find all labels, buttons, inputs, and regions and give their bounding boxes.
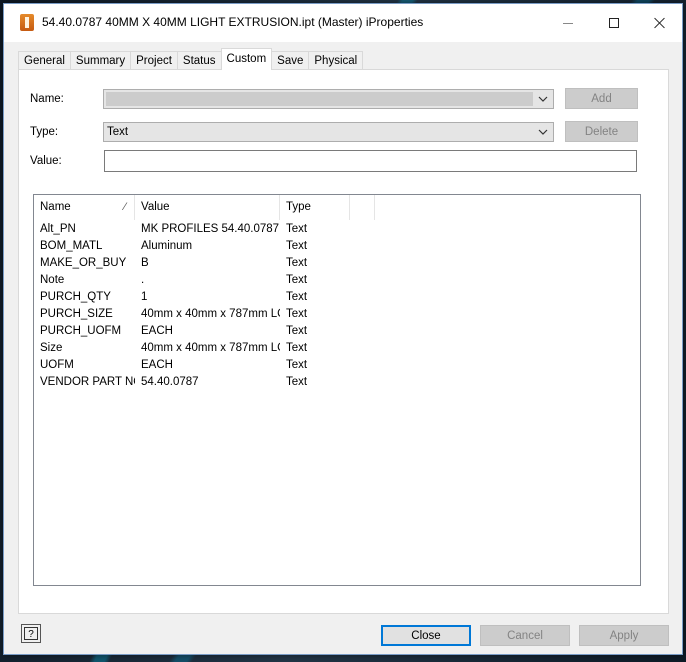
table-row[interactable]: PURCH_SIZE 40mm x 40mm x 787mm LG. Text (34, 306, 640, 323)
table-row[interactable]: MAKE_OR_BUY B Text (34, 255, 640, 272)
cancel-button[interactable]: Cancel (480, 625, 570, 646)
property-name-cell: PURCH_SIZE (40, 308, 113, 320)
property-name-cell: UOFM (40, 359, 74, 371)
property-type-cell: Text (286, 291, 308, 303)
minimize-button[interactable] (545, 4, 591, 42)
type-value: Text (107, 126, 129, 138)
minimize-icon (563, 22, 573, 24)
chevron-down-icon (538, 129, 548, 135)
property-name-cell: Alt_PN (40, 223, 76, 235)
property-name-cell: BOM_MATL (40, 240, 103, 252)
property-value-cell: EACH (141, 325, 173, 337)
name-selection-highlight (106, 92, 533, 106)
property-type-cell: Text (286, 325, 308, 337)
tab-physical[interactable]: Physical (308, 51, 364, 70)
property-value-cell: 54.40.0787 (141, 376, 199, 388)
name-label: Name: (30, 93, 64, 105)
tab-general[interactable]: General (18, 51, 71, 70)
column-header-value[interactable]: Value (135, 195, 280, 220)
column-header-name[interactable]: Name ⁄ (34, 195, 135, 220)
property-type-cell: Text (286, 257, 308, 269)
table-row[interactable]: PURCH_QTY 1 Text (34, 289, 640, 306)
column-header-empty (350, 195, 375, 220)
list-body: Alt_PN MK PROFILES 54.40.0787 Text BOM_MATL… (34, 221, 640, 391)
property-name-cell: Note (40, 274, 65, 286)
custom-tab-panel: Name: Add Type: Text Delete Value: Name … (18, 69, 669, 614)
tab-status[interactable]: Status (176, 51, 222, 70)
column-header-name-label: Name (40, 201, 71, 213)
table-row[interactable]: Size 40mm x 40mm x 787mm LG. Text (34, 340, 640, 357)
property-name-cell: VENDOR PART NO (40, 376, 135, 388)
property-value-cell: 40mm x 40mm x 787mm LG. (141, 308, 280, 320)
table-row[interactable]: UOFM EACH Text (34, 357, 640, 374)
sort-indicator-icon: ⁄ (124, 201, 126, 213)
help-button[interactable]: ? (21, 624, 41, 643)
property-type-cell: Text (286, 376, 308, 388)
value-input[interactable] (104, 150, 637, 172)
table-row[interactable]: Alt_PN MK PROFILES 54.40.0787 Text (34, 221, 640, 238)
delete-button[interactable]: Delete (565, 121, 638, 142)
custom-properties-list[interactable]: Name ⁄ Value Type Alt_PN MK PROFILES 54.4… (33, 194, 641, 586)
property-type-cell: Text (286, 240, 308, 252)
column-header-type[interactable]: Type (280, 195, 350, 220)
chevron-down-icon (538, 96, 548, 102)
property-value-cell: MK PROFILES 54.40.0787 (141, 223, 280, 235)
property-value-cell: B (141, 257, 149, 269)
help-icon: ? (24, 627, 38, 640)
maximize-icon (609, 18, 619, 28)
svg-text:?: ? (28, 629, 34, 640)
iproperties-dialog: 54.40.0787 40MM X 40MM LIGHT EXTRUSION.i… (3, 3, 683, 655)
property-value-cell: . (141, 274, 145, 286)
close-window-button[interactable] (637, 4, 683, 42)
tab-save[interactable]: Save (271, 51, 310, 70)
tab-strip: General Summary Project Status Custom Sa… (18, 48, 364, 70)
close-button[interactable]: Close (381, 625, 471, 646)
apply-button[interactable]: Apply (579, 625, 669, 646)
property-name-cell: MAKE_OR_BUY (40, 257, 127, 269)
tab-custom[interactable]: Custom (220, 48, 273, 70)
window-title: 54.40.0787 40MM X 40MM LIGHT EXTRUSION.i… (42, 15, 424, 29)
title-bar[interactable]: 54.40.0787 40MM X 40MM LIGHT EXTRUSION.i… (4, 4, 682, 42)
value-label: Value: (30, 155, 62, 167)
type-combobox[interactable]: Text (103, 122, 554, 142)
property-type-cell: Text (286, 223, 308, 235)
table-row[interactable]: BOM_MATL Aluminum Text (34, 238, 640, 255)
maximize-button[interactable] (591, 4, 637, 42)
table-row[interactable]: PURCH_UOFM EACH Text (34, 323, 640, 340)
add-button[interactable]: Add (565, 88, 638, 109)
property-name-cell: PURCH_UOFM (40, 325, 122, 337)
name-combobox[interactable] (103, 89, 554, 109)
property-type-cell: Text (286, 308, 308, 320)
property-name-cell: Size (40, 342, 63, 354)
close-icon (654, 17, 666, 29)
list-header: Name ⁄ Value Type (34, 195, 640, 220)
inventor-part-icon (20, 14, 34, 31)
type-label: Type: (30, 126, 59, 138)
property-value-cell: EACH (141, 359, 173, 371)
property-value-cell: 1 (141, 291, 148, 303)
property-type-cell: Text (286, 342, 308, 354)
table-row[interactable]: VENDOR PART NO 54.40.0787 Text (34, 374, 640, 391)
property-type-cell: Text (286, 274, 308, 286)
property-type-cell: Text (286, 359, 308, 371)
tab-project[interactable]: Project (130, 51, 178, 70)
property-name-cell: PURCH_QTY (40, 291, 111, 303)
tab-summary[interactable]: Summary (69, 51, 132, 70)
table-row[interactable]: Note. Text (34, 272, 640, 289)
property-value-cell: 40mm x 40mm x 787mm LG. (141, 342, 280, 354)
property-value-cell: Aluminum (141, 240, 193, 252)
